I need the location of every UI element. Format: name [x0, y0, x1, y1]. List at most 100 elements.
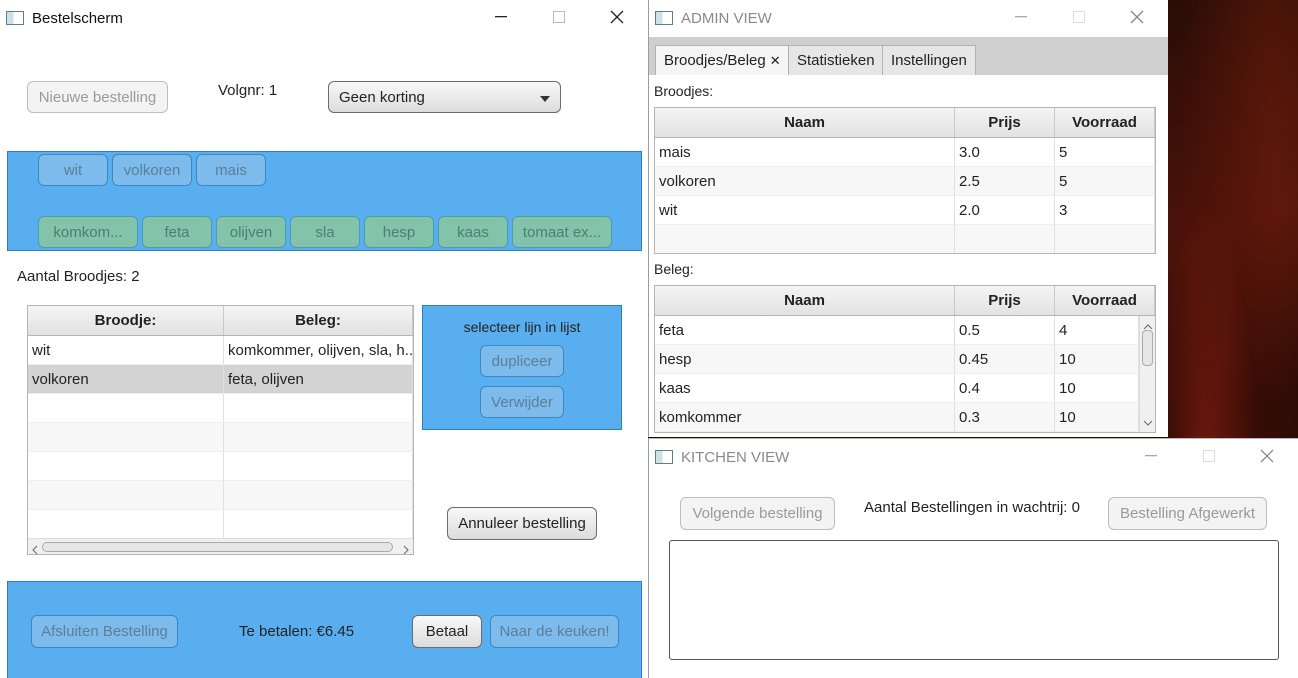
column-header-naam[interactable]: Naam — [655, 108, 955, 137]
topping-button-feta[interactable]: feta — [142, 216, 212, 248]
table-cell: feta, olijven — [224, 365, 413, 393]
beleg-section-label: Beleg: — [654, 261, 694, 277]
table-row-empty — [28, 423, 413, 452]
java-app-icon — [655, 450, 673, 464]
order-table: Broodje: Beleg: wit komkommer, olijven, … — [27, 305, 414, 555]
scroll-right-icon[interactable] — [402, 542, 410, 554]
table-cell: 10 — [1055, 403, 1139, 431]
table-row[interactable]: mais 3.0 5 — [655, 138, 1155, 167]
new-order-button[interactable]: Nieuwe bestelling — [27, 81, 168, 113]
table-cell: komkommer, olijven, sla, h... — [224, 336, 413, 364]
table-row-empty — [28, 510, 413, 539]
discount-selected-value: Geen korting — [339, 88, 425, 106]
column-header-prijs[interactable]: Prijs — [955, 286, 1055, 315]
table-cell: komkommer — [655, 403, 955, 431]
table-cell: volkoren — [655, 167, 955, 195]
send-to-kitchen-button[interactable]: Naar de keuken! — [490, 615, 619, 648]
table-cell: 0.4 — [955, 374, 1055, 402]
java-app-icon — [6, 11, 24, 25]
order-finished-button[interactable]: Bestelling Afgewerkt — [1108, 497, 1267, 530]
table-row[interactable]: feta 0.5 4 — [655, 316, 1139, 345]
table-row[interactable]: komkommer 0.3 10 — [655, 403, 1139, 432]
close-icon[interactable] — [1108, 0, 1166, 34]
horizontal-scrollbar[interactable] — [28, 538, 413, 554]
close-tab-icon[interactable]: ✕ — [770, 53, 781, 69]
payment-panel: Afsluiten Bestelling Te betalen: €6.45 B… — [7, 581, 642, 678]
broodjes-section-label: Broodjes: — [654, 83, 714, 99]
vertical-scrollbar[interactable] — [1139, 316, 1155, 432]
topping-button-tomaat[interactable]: tomaat ex... — [512, 216, 612, 248]
table-cell: 4 — [1055, 316, 1139, 344]
chevron-down-icon — [540, 89, 550, 106]
minimize-icon[interactable] — [1122, 439, 1180, 473]
admin-window: ADMIN VIEW Broodjes/Beleg ✕ Statistieken… — [648, 0, 1168, 437]
table-cell: 5 — [1055, 138, 1155, 166]
table-cell: mais — [655, 138, 955, 166]
bread-button-volkoren[interactable]: volkoren — [112, 154, 192, 186]
minimize-icon[interactable] — [992, 0, 1050, 34]
beleg-table: Naam Prijs Voorraad feta 0.5 4 hesp 0.45… — [654, 285, 1156, 433]
tab-instellingen[interactable]: Instellingen — [882, 45, 976, 75]
close-order-button[interactable]: Afsluiten Bestelling — [31, 615, 178, 648]
table-row[interactable]: hesp 0.45 10 — [655, 345, 1139, 374]
table-row-empty — [28, 481, 413, 510]
column-header-broodje[interactable]: Broodje: — [28, 306, 224, 335]
java-app-icon — [655, 11, 673, 25]
column-header-prijs[interactable]: Prijs — [955, 108, 1055, 137]
tab-statistieken[interactable]: Statistieken — [788, 45, 884, 75]
scroll-down-icon[interactable] — [1143, 414, 1153, 430]
sandwich-count: Aantal Broodjes: 2 — [17, 268, 140, 285]
admin-titlebar[interactable]: ADMIN VIEW — [649, 0, 1168, 36]
table-row[interactable]: volkoren 2.5 5 — [655, 167, 1155, 196]
next-order-button[interactable]: Volgende bestelling — [680, 497, 835, 530]
bestelscherm-titlebar[interactable]: Bestelscherm — [0, 0, 648, 36]
tab-label: Broodjes/Beleg — [664, 52, 766, 69]
topping-button-olijven[interactable]: olijven — [216, 216, 286, 248]
amount-to-pay: Te betalen: €6.45 — [239, 623, 355, 640]
table-row[interactable]: kaas 0.4 10 — [655, 374, 1139, 403]
close-icon[interactable] — [1238, 439, 1296, 473]
scrollbar-thumb[interactable] — [1142, 330, 1153, 366]
column-header-naam[interactable]: Naam — [655, 286, 955, 315]
topping-button-komkommer[interactable]: komkom... — [38, 216, 138, 248]
table-cell: 2.0 — [955, 196, 1055, 224]
table-cell: 3 — [1055, 196, 1155, 224]
table-cell: 0.5 — [955, 316, 1055, 344]
maximize-icon[interactable] — [530, 0, 588, 34]
table-cell: 3.0 — [955, 138, 1055, 166]
window-title: Bestelscherm — [32, 9, 123, 27]
bread-button-wit[interactable]: wit — [38, 154, 108, 186]
duplicate-button[interactable]: dupliceer — [480, 345, 564, 377]
column-header-voorraad[interactable]: Voorraad — [1055, 108, 1155, 137]
minimize-icon[interactable] — [472, 0, 530, 34]
table-row[interactable]: wit komkommer, olijven, sla, h... — [28, 336, 413, 365]
table-row[interactable]: wit 2.0 3 — [655, 196, 1155, 225]
topping-button-hesp[interactable]: hesp — [364, 216, 434, 248]
maximize-icon[interactable] — [1180, 439, 1238, 473]
scrollbar-thumb[interactable] — [42, 542, 393, 552]
pay-button[interactable]: Betaal — [412, 615, 482, 648]
table-row-empty — [28, 452, 413, 481]
bread-button-mais[interactable]: mais — [196, 154, 266, 186]
table-cell: feta — [655, 316, 955, 344]
table-row[interactable]: volkoren feta, olijven — [28, 365, 413, 394]
maximize-icon[interactable] — [1050, 0, 1108, 34]
table-cell: 2.5 — [955, 167, 1055, 195]
column-header-voorraad[interactable]: Voorraad — [1055, 286, 1155, 315]
table-cell: 0.3 — [955, 403, 1055, 431]
close-icon[interactable] — [588, 0, 646, 34]
discount-select[interactable]: Geen korting — [328, 81, 561, 113]
window-title: ADMIN VIEW — [681, 9, 772, 27]
table-cell: 0.45 — [955, 345, 1055, 373]
topping-button-sla[interactable]: sla — [290, 216, 360, 248]
remove-button[interactable]: Verwijder — [480, 386, 564, 418]
tab-broodjes-beleg[interactable]: Broodjes/Beleg ✕ — [655, 45, 790, 75]
order-details-textarea[interactable] — [669, 540, 1279, 660]
ingredients-panel: wit volkoren mais komkom... feta olijven… — [7, 151, 642, 251]
cancel-order-button[interactable]: Annuleer bestelling — [447, 507, 597, 540]
scroll-left-icon[interactable] — [31, 542, 39, 554]
column-header-beleg[interactable]: Beleg: — [224, 306, 413, 335]
kitchen-titlebar[interactable]: KITCHEN VIEW — [649, 439, 1298, 475]
topping-button-kaas[interactable]: kaas — [438, 216, 508, 248]
bestelscherm-window: Bestelscherm Nieuwe bestelling Volgnr: 1… — [0, 0, 648, 678]
